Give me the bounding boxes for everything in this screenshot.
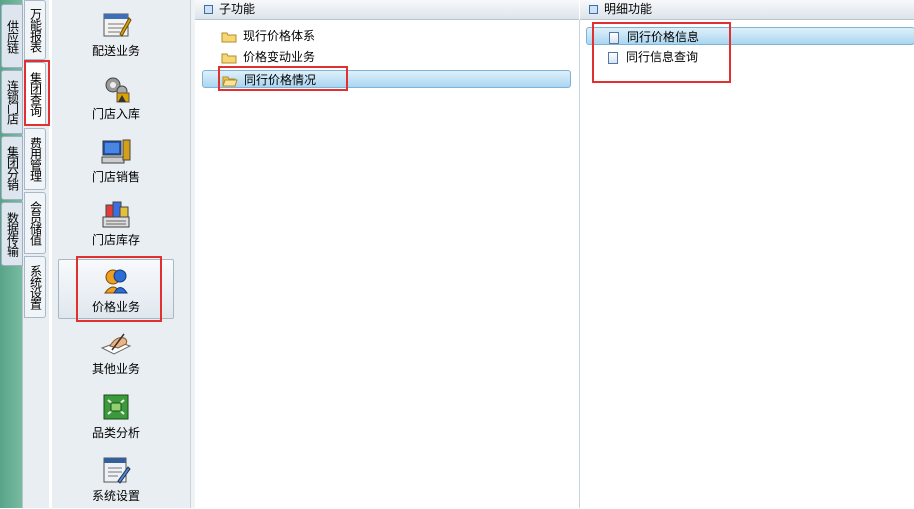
- tab-supply-chain[interactable]: 供应链: [1, 4, 23, 68]
- pos-terminal-icon: [101, 139, 131, 164]
- module-label: 配送业务: [91, 44, 140, 58]
- inventory-icon: [102, 201, 130, 228]
- detail-item-peer-info-query[interactable]: 同行信息查询: [608, 48, 698, 66]
- subfunction-item-peer-price-status[interactable]: 同行价格情况: [202, 70, 571, 88]
- hand-writing-icon: [100, 333, 132, 355]
- folder-icon: [221, 53, 237, 63]
- module-label: 门店库存: [91, 233, 140, 247]
- subfunction-item-label: 现行价格体系: [243, 29, 316, 43]
- detail-panel-title: 明细功能: [604, 2, 653, 16]
- module-category-analysis[interactable]: 品类分析: [58, 386, 174, 446]
- module-other-business[interactable]: 其他业务: [58, 322, 174, 382]
- subfunction-item-label: 同行价格情况: [244, 73, 317, 87]
- detail-item-label: 同行信息查询: [626, 50, 699, 64]
- subfunction-item-current-price-system[interactable]: 现行价格体系: [221, 27, 315, 45]
- detail-panel-header: 明细功能: [580, 0, 914, 20]
- module-panel: 配送业务 门店入库 门店销售 门店库存 价格业务 其他业务 品类分析 系统设置: [52, 0, 191, 508]
- tab-chain-stores[interactable]: 连锁门店: [1, 70, 23, 134]
- subfunction-item-price-change-business[interactable]: 价格变动业务: [221, 48, 315, 66]
- module-label: 其他业务: [91, 362, 140, 376]
- module-label: 价格业务: [91, 300, 140, 314]
- module-label: 门店入库: [91, 107, 140, 121]
- detail-item-label: 同行价格信息: [627, 30, 700, 44]
- square-bullet-icon: [589, 5, 598, 14]
- module-store-inventory[interactable]: 门店库存: [58, 193, 174, 253]
- detail-panel: 同行价格信息 同行信息查询: [579, 20, 914, 508]
- tab-group-distribution[interactable]: 集团分销: [1, 136, 23, 200]
- square-bullet-icon: [204, 5, 213, 14]
- tab-expense-management[interactable]: 费用管理: [24, 128, 46, 190]
- document-icon: [609, 31, 619, 44]
- subfunction-panel-header: 子功能: [195, 0, 579, 20]
- module-system-settings[interactable]: 系统设置: [58, 449, 174, 509]
- tab-universal-report[interactable]: 万能报表: [24, 0, 46, 60]
- tab-data-transfer[interactable]: 数据传输: [1, 202, 23, 266]
- tab-member-stored-value[interactable]: 会员储值: [24, 192, 46, 254]
- gear-stock-in-icon: [105, 77, 130, 103]
- tab-system-settings[interactable]: 系统设置: [24, 256, 46, 318]
- tab-group-query[interactable]: 集团查询: [24, 62, 46, 126]
- subfunction-item-label: 价格变动业务: [243, 50, 316, 64]
- module-store-stock-in[interactable]: 门店入库: [58, 67, 174, 127]
- module-label: 系统设置: [91, 489, 140, 503]
- folder-icon: [221, 32, 237, 42]
- module-label: 门店销售: [91, 170, 140, 184]
- document-icon: [608, 51, 618, 64]
- module-price-business[interactable]: 价格业务: [58, 259, 174, 319]
- detail-item-peer-price-info[interactable]: 同行价格信息: [586, 27, 914, 45]
- subfunction-panel: 现行价格体系 价格变动业务 同行价格情况: [195, 20, 578, 508]
- module-delivery[interactable]: 配送业务: [58, 4, 174, 64]
- system-settings-icon: [103, 457, 131, 484]
- subfunction-panel-title: 子功能: [219, 2, 256, 16]
- delivery-icon: [103, 13, 132, 37]
- category-analysis-icon: [103, 394, 129, 420]
- module-label: 品类分析: [91, 426, 140, 440]
- module-store-sales[interactable]: 门店销售: [58, 130, 174, 190]
- folder-open-icon: [222, 76, 238, 86]
- price-person-icon: [104, 269, 128, 294]
